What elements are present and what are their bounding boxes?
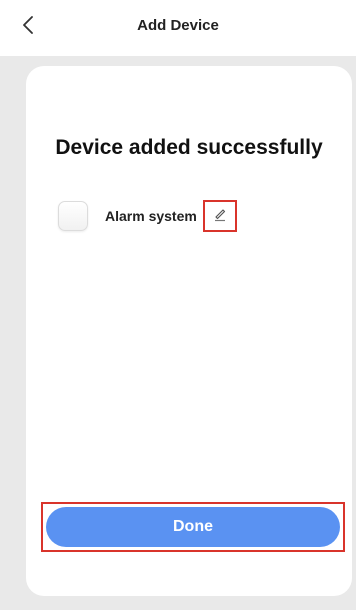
device-thumbnail — [58, 201, 88, 231]
done-highlight: Done — [41, 502, 345, 552]
pencil-icon — [212, 206, 228, 227]
nav-bar: Add Device — [0, 0, 356, 56]
success-card: Device added successfully Alarm system D… — [26, 66, 352, 596]
edit-name-button[interactable] — [202, 200, 237, 232]
success-heading: Device added successfully — [55, 136, 323, 159]
device-name: Alarm system — [105, 208, 197, 224]
page-title: Add Device — [137, 17, 219, 34]
done-button[interactable]: Done — [46, 507, 340, 547]
device-row: Alarm system — [58, 200, 237, 232]
